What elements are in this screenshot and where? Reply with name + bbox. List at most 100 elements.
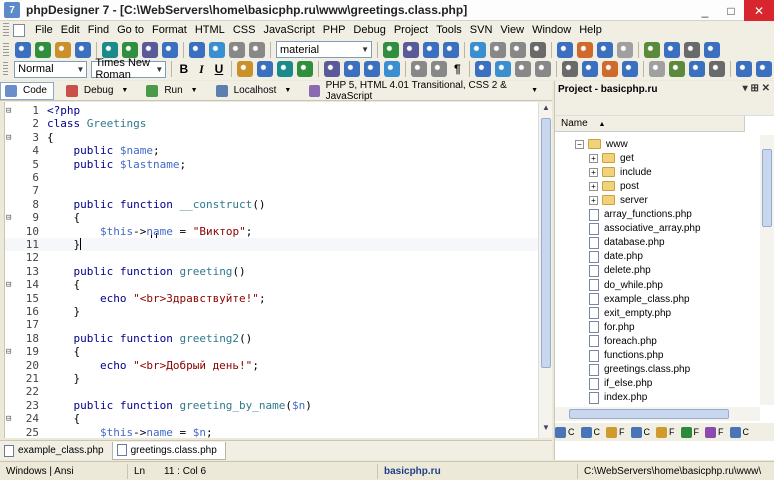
column-header-name[interactable]: Name ▲: [555, 116, 745, 132]
toolbar-icon[interactable]: [474, 61, 491, 77]
tree-file[interactable]: for.php: [589, 320, 635, 334]
scroll-up-icon[interactable]: ▲: [540, 103, 552, 117]
tree-file[interactable]: do_while.php: [589, 278, 663, 292]
fold-toggle-icon[interactable]: ⊟: [6, 346, 11, 359]
scroll-down-icon[interactable]: ▼: [540, 423, 552, 437]
toolbar-icon[interactable]: [581, 61, 598, 77]
menu-item-tools[interactable]: Tools: [432, 24, 466, 36]
toolbar-icon[interactable]: [470, 41, 486, 58]
toolbar-icon[interactable]: [249, 41, 265, 58]
toolbar-icon[interactable]: [530, 41, 546, 58]
menu-item-css[interactable]: CSS: [229, 24, 260, 36]
toolbar-icon[interactable]: [323, 61, 340, 77]
toolbar-icon[interactable]: [514, 61, 531, 77]
panel-tab[interactable]: F: [680, 426, 699, 438]
panel-tab[interactable]: F: [606, 426, 625, 438]
toolbar-icon[interactable]: [209, 41, 225, 58]
doc-toolbar-debug[interactable]: Debug ▼: [62, 82, 134, 100]
scrollbar-thumb[interactable]: [762, 149, 772, 227]
toolbar-icon[interactable]: [162, 41, 178, 58]
toolbar-icon[interactable]: [15, 41, 31, 58]
menu-item-view[interactable]: View: [496, 24, 528, 36]
toolbar-icon[interactable]: [668, 61, 685, 77]
doc-toolbar-localhost[interactable]: Localhost ▼: [212, 82, 298, 100]
toolbar-icon[interactable]: [557, 41, 573, 58]
toolbar-icon[interactable]: [410, 61, 427, 77]
fold-toggle-icon[interactable]: ⊟: [6, 212, 11, 225]
toolbar-icon[interactable]: [55, 41, 71, 58]
menu-item-help[interactable]: Help: [575, 24, 606, 36]
toolbar-icon[interactable]: [534, 61, 551, 77]
document-icon[interactable]: [13, 23, 25, 37]
menu-item-edit[interactable]: Edit: [57, 24, 84, 36]
fold-toggle-icon[interactable]: ⊟: [6, 279, 11, 292]
toolbar-icon[interactable]: [577, 41, 593, 58]
menu-item-svn[interactable]: SVN: [466, 24, 497, 36]
tree-file[interactable]: greetings.class.php: [589, 363, 690, 377]
fold-toggle-icon[interactable]: ⊟: [6, 105, 11, 118]
toolbar-icon[interactable]: [363, 61, 380, 77]
toolbar-icon[interactable]: [430, 61, 447, 77]
toolbar-icon[interactable]: [644, 41, 660, 58]
tree-folder[interactable]: + post: [589, 179, 639, 193]
menu-item-debug[interactable]: Debug: [349, 24, 389, 36]
doc-toolbar-run[interactable]: Run ▼: [142, 82, 203, 100]
close-button[interactable]: ✕: [744, 0, 774, 21]
expand-icon[interactable]: +: [589, 167, 598, 177]
toolbar-icon[interactable]: [142, 41, 158, 58]
doc-toolbar-php[interactable]: PHP 5, HTML 4.01 Transitional, CSS 2 & J…: [305, 80, 544, 102]
tree-folder[interactable]: − www: [575, 137, 628, 151]
expand-icon[interactable]: +: [589, 153, 598, 163]
tree-file[interactable]: example_class.php: [589, 292, 690, 306]
tree-folder[interactable]: + get: [589, 151, 634, 165]
tree-file[interactable]: functions.php: [589, 349, 664, 363]
toolbar-icon[interactable]: [75, 41, 91, 58]
toolbar-icon[interactable]: [122, 41, 138, 58]
file-tab[interactable]: example_class.php: [0, 442, 112, 460]
doc-toolbar-code[interactable]: Code: [0, 81, 54, 100]
toolbar-icon[interactable]: [510, 41, 526, 58]
toolbar-icon[interactable]: [494, 61, 511, 77]
toolbar-icon[interactable]: [490, 41, 506, 58]
toolbar-icon[interactable]: [35, 41, 51, 58]
paragraph-button[interactable]: ¶: [450, 62, 466, 76]
toolbar-icon[interactable]: [256, 61, 273, 77]
tree-file[interactable]: associative_array.php: [589, 222, 701, 236]
panel-tab[interactable]: C: [729, 426, 749, 438]
tree-file[interactable]: delete.php: [589, 264, 651, 278]
tree-file[interactable]: date.php: [589, 250, 643, 264]
maximize-button[interactable]: □: [718, 0, 744, 21]
editor-scrollbar[interactable]: ▲ ▼: [538, 102, 552, 438]
style-combo[interactable]: Normal ▼: [14, 60, 88, 78]
bold-button[interactable]: B: [176, 62, 192, 76]
fold-toggle-icon[interactable]: ⊟: [6, 413, 11, 426]
toolbar-icon[interactable]: [597, 41, 613, 58]
code-editor[interactable]: 1 ⊟ <?php 2 class Greetings 3 ⊟{4 public $name…: [4, 102, 538, 438]
menu-item-html[interactable]: HTML: [191, 24, 229, 36]
tree-file[interactable]: if_else.php: [589, 377, 652, 391]
toolbar-icon[interactable]: [755, 61, 772, 77]
toolbar-icon[interactable]: [648, 61, 665, 77]
toolbar-icon[interactable]: [276, 61, 293, 77]
tree-file[interactable]: foreach.php: [589, 334, 657, 348]
tree-file[interactable]: database.php: [589, 236, 665, 250]
menu-item-find[interactable]: Find: [84, 24, 113, 36]
collapse-icon[interactable]: −: [575, 139, 584, 149]
panel-tab[interactable]: F: [705, 426, 724, 438]
toolbar-icon[interactable]: [561, 61, 578, 77]
template-combo[interactable]: material ▼: [276, 41, 372, 58]
tree-vertical-scrollbar[interactable]: [760, 135, 774, 405]
toolbar-icon[interactable]: [688, 61, 705, 77]
scrollbar-thumb[interactable]: [569, 409, 729, 419]
file-tab[interactable]: greetings.class.php: [111, 441, 226, 460]
menu-item-javascript[interactable]: JavaScript: [259, 24, 318, 36]
menu-item-php[interactable]: PHP: [319, 24, 350, 36]
toolbar-icon[interactable]: [443, 41, 459, 58]
toolbar-icon[interactable]: [708, 61, 725, 77]
tree-file[interactable]: exit_empty.php: [589, 306, 671, 320]
fold-toggle-icon[interactable]: ⊟: [6, 132, 11, 145]
toolbar-icon[interactable]: [403, 41, 419, 58]
toolbar-icon[interactable]: [236, 61, 253, 77]
tree-file[interactable]: array_functions.php: [589, 208, 692, 222]
panel-tab[interactable]: F: [656, 426, 675, 438]
